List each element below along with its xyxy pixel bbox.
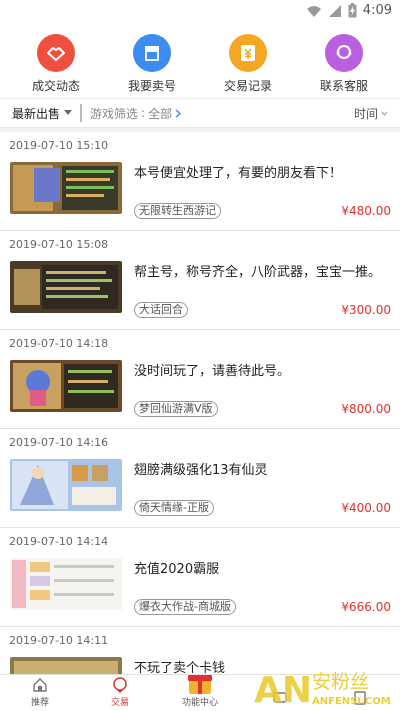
caret-down-icon: [64, 110, 73, 115]
listing-date: 2019-07-10 14:18: [9, 337, 109, 350]
listing-thumbnail: [10, 360, 122, 412]
game-tag: 倚天情缘-正版: [134, 500, 214, 516]
time-sort-label: 时间: [353, 106, 378, 121]
svg-text:AN: AN: [254, 670, 312, 710]
chevron-right-icon: [175, 108, 182, 118]
listing-title: 充值2020霸服: [134, 562, 220, 577]
chevron-down-icon: [381, 111, 388, 116]
game-tag: 爆衣大作战-商城版: [134, 599, 236, 615]
listing-title: 帮主号，称号齐全，八阶武器，宝宝一推。: [134, 265, 382, 280]
quick-action-label: 成交动态: [31, 79, 80, 93]
tab-label: 交易: [110, 698, 129, 708]
game-tag: 无限转生西游记: [134, 203, 221, 219]
listing-thumbnail: [10, 459, 122, 511]
handshake-icon: [37, 34, 75, 72]
tab-label: 推荐: [30, 698, 49, 708]
tab-function-center[interactable]: 功能中心: [160, 675, 240, 711]
listing-thumbnail: [10, 261, 122, 313]
tab-trade[interactable]: 交易: [80, 675, 160, 711]
quick-action-records[interactable]: 交易记录: [204, 24, 292, 98]
quick-action-label: 我要卖号: [127, 79, 176, 93]
game-filter-label: 游戏筛选: [90, 106, 139, 121]
listing-price: ¥300.00: [341, 303, 391, 317]
clock: 4:09: [362, 3, 392, 18]
quick-action-sell[interactable]: 我要卖号: [108, 24, 196, 98]
listing-date: 2019-07-10 14:14: [9, 535, 109, 548]
listing-item[interactable]: 2019-07-10 14:18 没时间玩了，请善待此号。 梦回仙游满V版 ¥8…: [0, 330, 400, 429]
listing-price: ¥666.00: [341, 600, 391, 614]
quick-action-support[interactable]: 联系客服: [300, 24, 388, 98]
listing-date: 2019-07-10 14:16: [9, 436, 109, 449]
time-sort-dropdown[interactable]: 时间: [354, 105, 400, 122]
listing-price: ¥800.00: [341, 402, 391, 416]
listing-title: 没时间玩了，请善待此号。: [134, 364, 291, 379]
listing-price: ¥400.00: [341, 501, 391, 515]
game-filter-value: 全部: [148, 106, 173, 121]
listing-item[interactable]: 2019-07-10 15:10 本号便宜处理了，有要的朋友看下！ 无限转生西游…: [0, 132, 400, 231]
listing-date: 2019-07-10 15:08: [9, 238, 109, 251]
listing-item[interactable]: 2019-07-10 14:16 翅膀满级强化13有仙灵 倚天情缘-正版 ¥40…: [0, 429, 400, 528]
home-icon: [33, 678, 47, 692]
support-icon: [325, 34, 363, 72]
listing-thumbnail: [10, 162, 122, 214]
divider: [80, 104, 83, 122]
listing-thumbnail: [10, 558, 122, 610]
listing-date: 2019-07-10 15:10: [9, 139, 109, 152]
trade-icon: [113, 677, 127, 693]
shop-icon: [133, 34, 171, 72]
listing-price: ¥480.00: [341, 204, 391, 218]
status-bar: 4:09: [0, 0, 400, 24]
svg-text:安粉丝: 安粉丝: [312, 671, 369, 693]
latest-sale-dropdown[interactable]: 最新出售: [0, 105, 73, 122]
latest-sale-label: 最新出售: [12, 106, 61, 121]
gift-box-icon: [188, 675, 212, 694]
listing-title: 本号便宜处理了，有要的朋友看下！: [134, 166, 343, 181]
quick-action-deals[interactable]: 成交动态: [12, 24, 100, 98]
filter-bar: 最新出售 游戏筛选 : 全部 时间: [0, 98, 400, 128]
listing-item[interactable]: 2019-07-10 14:14 充值2020霸服 爆衣大作战-商城版 ¥666…: [0, 528, 400, 627]
quick-action-label: 联系客服: [319, 79, 368, 93]
svg-text:ANFENSI.COM: ANFENSI.COM: [312, 696, 391, 707]
signal-icon: [328, 4, 341, 17]
game-filter[interactable]: 游戏筛选 : 全部: [90, 105, 182, 122]
quick-action-label: 交易记录: [223, 79, 272, 93]
game-tag: 梦回仙游满V版: [134, 401, 218, 417]
battery-charging-icon: [348, 3, 357, 18]
tab-recommend[interactable]: 推荐: [0, 675, 80, 711]
listing-item[interactable]: 2019-07-10 15:08 帮主号，称号齐全，八阶武器，宝宝一推。 大话回…: [0, 231, 400, 330]
listing-title: 翅膀满级强化13有仙灵: [134, 463, 268, 478]
wifi-icon: [306, 5, 321, 17]
game-tag: 大话回合: [134, 302, 188, 318]
watermark-logo: AN 安粉丝 ANFENSI.COM: [254, 670, 391, 710]
listing-date: 2019-07-10 14:11: [9, 634, 109, 647]
quick-actions: 成交动态 我要卖号 交易记录 联系客服: [0, 24, 400, 98]
yen-doc-icon: [229, 34, 267, 72]
listing-list: 2019-07-10 15:10 本号便宜处理了，有要的朋友看下！ 无限转生西游…: [0, 132, 400, 711]
